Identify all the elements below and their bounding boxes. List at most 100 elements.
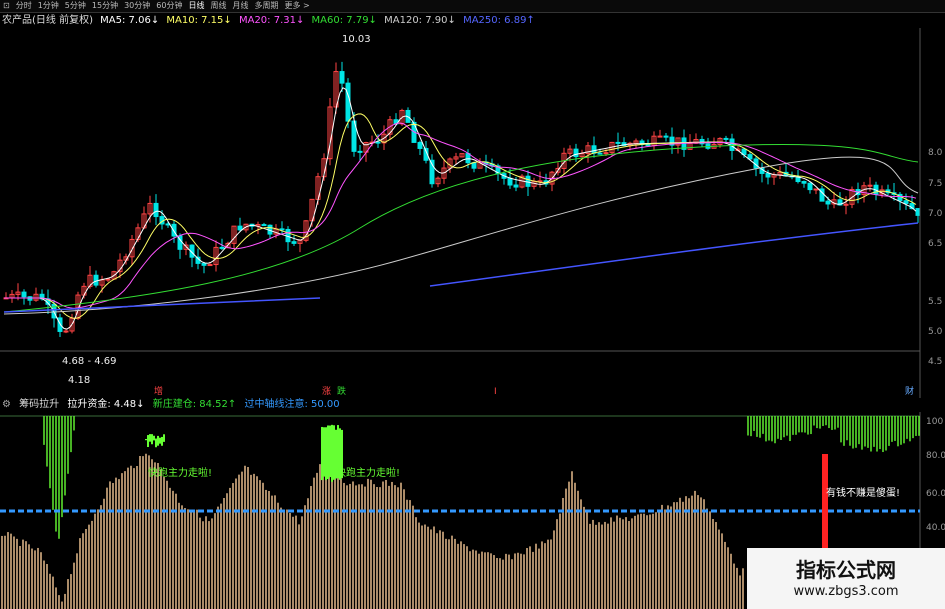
site-watermark: 指标公式网 www.zbgs3.com [747,548,945,609]
period-tab[interactable]: 周线 [207,0,229,12]
candle-body [597,152,603,155]
period-tab[interactable]: 多周期 [251,0,281,12]
event-markers: 增 涨跌 I 财 [154,385,914,397]
watermark-title: 指标公式网 [796,558,896,582]
ma-line-group [3,87,919,330]
period-toolbar: ⊡ 分时 1分钟 5分钟 15分钟 30分钟 60分钟 日线 周线 月线 多周期 更多 > [0,0,945,13]
ma-label: MA20: 7.31↓ [238,15,305,26]
event-marker: 财 [905,385,914,397]
indicator-note: 有钱不赚是傻蛋! [826,486,900,499]
ma-label: MA250: 6.89↑ [463,15,535,26]
indicator-gear-icon[interactable]: ⚙ [2,399,11,410]
ma5-line [4,87,917,330]
candle-body [171,223,177,237]
candle-body [261,224,267,227]
candle-body [417,141,423,149]
event-marker: 增 [154,385,163,397]
ma-label: MA120: 7.90↓ [384,15,456,26]
candle-body [807,182,813,191]
candle-body [21,291,27,298]
candle-body [63,330,69,333]
candlestick-chart[interactable]: 10.03 4.68 - 4.69 4.18 8.0 7.5 7.0 6.5 5.5 5.… [0,28,945,398]
indicator-tick: 60.00 [926,489,945,499]
indicator-header: ⚙ 筹码拉升 拉升资金: 4.48↓ 新庄建仓: 84.52↑ 过中轴线注意: … [2,398,345,412]
indicator-note: 快跑主力走啦! [148,466,212,479]
indicator-value: 过中轴线注意: 50.00 [244,399,340,410]
candle-body [825,200,831,205]
price-tick: 5.0 [928,327,943,337]
candle-body [591,145,597,154]
candle-body [279,228,285,231]
indicator-axis: 100 80.00 60.00 40.00 [926,417,945,533]
period-tab[interactable]: 1分钟 [35,0,62,12]
candle-body [507,177,513,186]
candle-body [657,135,663,138]
ma-label: MA60: 7.79↓ [311,15,377,26]
candle-body [105,278,111,281]
watermark-url: www.zbgs3.com [793,584,899,599]
indicator-note: 快跑主力走啦! [336,466,400,479]
candle-body [525,175,531,187]
event-marker: 涨 [322,386,331,397]
candle-body [915,208,921,216]
ma-label: MA5: 7.06↓ [100,15,160,26]
candle-body [615,141,621,144]
ma60-line [3,143,919,313]
candle-body [93,274,99,286]
ma120-line [3,156,919,315]
price-tick: 4.5 [928,357,942,367]
candle-body [513,184,519,188]
period-tab[interactable]: ⊡ [0,0,13,12]
candle-body [663,135,669,138]
candle-body [765,172,771,178]
candle-body [903,200,909,204]
period-tab[interactable]: 分时 [13,0,35,12]
candle-body [345,82,351,122]
candle-body [237,225,243,231]
low-range-annotation: 4.68 - 4.69 [62,356,117,367]
event-marker: 跌 [337,386,346,397]
candle-body [207,264,213,267]
price-tick: 7.5 [928,179,942,189]
price-tick: 7.0 [928,209,943,219]
chart-title: 农产品(日线 前复权) [2,15,93,26]
price-tick: 5.5 [928,297,942,307]
ma-label: MA10: 7.15↓ [166,15,232,26]
indicator-name: 筹码拉升 [19,399,60,410]
indicator-tick: 80.00 [926,451,945,461]
price-axis: 8.0 7.5 7.0 6.5 5.5 5.0 4.5 [928,148,943,367]
candle-body [153,202,159,218]
candle-body [375,141,381,144]
high-annotation: 10.03 [342,34,371,45]
candle-body [843,203,849,206]
candle-body [219,246,225,249]
candle-body [471,162,477,169]
candle-body [339,71,345,84]
indicator-tick: 40.00 [926,523,945,533]
period-tab[interactable]: 月线 [229,0,251,12]
indicator-value: 拉升资金: 4.48↓ [67,399,145,410]
low-annotation: 4.18 [68,375,90,386]
ma20-line [4,122,917,309]
price-tick: 8.0 [928,148,943,158]
main-chart-header: 农产品(日线 前复权) MA5: 7.06↓ MA10: 7.15↓ MA20:… [2,14,539,28]
event-marker: I [494,387,497,397]
candle-body [723,137,729,140]
candle-body [291,241,297,244]
candle-body [573,148,579,158]
candle-body [813,188,819,191]
period-tab[interactable]: 更多 > [281,0,312,12]
period-tab[interactable]: 15分钟 [89,0,121,12]
candle-body [645,143,651,147]
candle-body [867,184,873,187]
candle-body [465,153,471,164]
indicator-tick: 100 [926,417,943,427]
period-tab[interactable]: 30分钟 [121,0,153,12]
price-tick: 6.5 [928,239,942,249]
candle-body [201,262,207,266]
period-tab[interactable]: 日线 [185,0,207,12]
period-tab[interactable]: 5分钟 [62,0,89,12]
candle-body [603,152,609,155]
candle-body [357,150,363,153]
period-tab[interactable]: 60分钟 [153,0,185,12]
